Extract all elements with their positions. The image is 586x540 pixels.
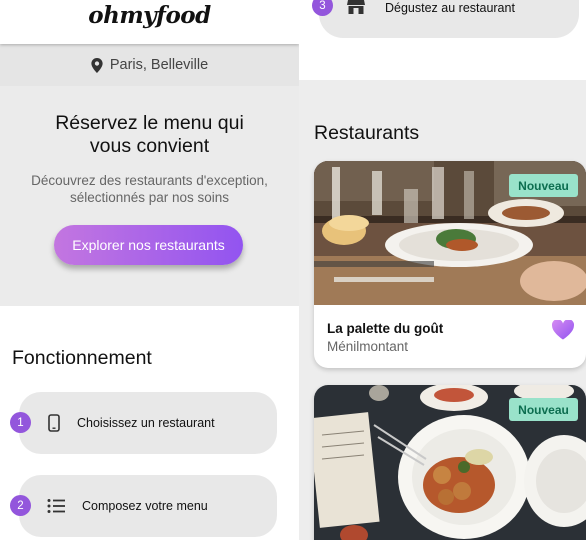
explore-restaurants-button[interactable]: Explorer nos restaurants [54, 225, 243, 265]
hero-title-line1: Réservez le menu qui [55, 112, 244, 134]
step-number-badge: 2 [10, 495, 31, 516]
hero-subtitle: Découvrez des restaurants d'exception, s… [0, 172, 299, 206]
step-label: Choisissez un restaurant [77, 416, 215, 430]
restaurant-name: La palette du goût [327, 321, 444, 336]
new-badge: Nouveau [509, 174, 578, 197]
heart-icon[interactable] [552, 320, 574, 340]
hero-title: Réservez le menu qui vous convient [0, 112, 299, 158]
hero-subtitle-line1: Découvrez des restaurants d'exception, [31, 173, 268, 188]
map-pin-icon [91, 57, 103, 73]
store-icon [347, 0, 365, 17]
how-it-works-title: Fonctionnement [12, 347, 152, 369]
step-label: Composez votre menu [82, 499, 208, 513]
location-bar[interactable]: Paris, Belleville [0, 44, 299, 86]
new-badge: Nouveau [509, 398, 578, 421]
step-choose-restaurant: 1 Choisissez un restaurant [10, 392, 277, 454]
step-label: Dégustez au restaurant [385, 1, 515, 15]
list-icon [47, 496, 65, 516]
step-number-badge: 3 [312, 0, 333, 16]
restaurants-title: Restaurants [314, 122, 420, 144]
app-header: ohmyfood [0, 0, 299, 44]
restaurant-area: Ménilmontant [327, 339, 409, 354]
hero-subtitle-line2: sélectionnés par nos soins [69, 190, 230, 205]
home-screen-bottom: 3 Dégustez au restaurant Restaurants Nou… [299, 0, 586, 540]
step-number-badge: 1 [10, 412, 31, 433]
hero-title-line2: vous convient [89, 135, 210, 157]
location-label: Paris, Belleville [109, 57, 209, 73]
hero-section: Réservez le menu qui vous convient Décou… [0, 86, 299, 306]
restaurant-card[interactable]: Nouveau [314, 385, 586, 540]
app-logo[interactable]: ohmyfood [0, 2, 299, 29]
home-screen-top: ohmyfood Paris, Belleville Réservez le m… [0, 0, 299, 540]
step-compose-menu: 2 Composez votre menu [10, 475, 277, 537]
restaurant-card[interactable]: Nouveau La palette du goût Ménilmontant [314, 161, 586, 368]
step-enjoy-restaurant: 3 Dégustez au restaurant [312, 0, 579, 38]
smartphone-icon [45, 413, 63, 433]
